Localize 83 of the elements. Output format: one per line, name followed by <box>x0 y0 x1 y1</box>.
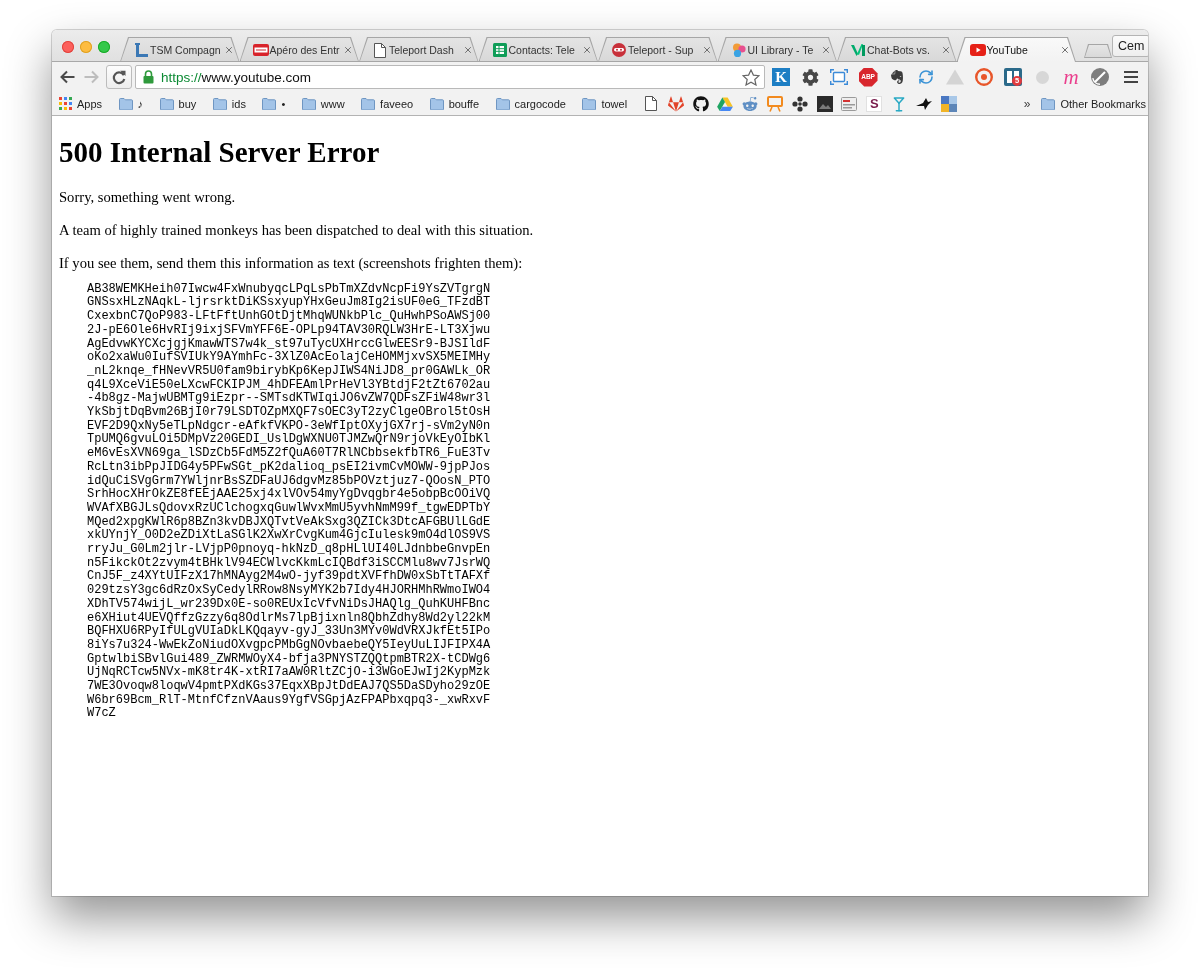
debug-info-text: AB38WEMKHeih07Iwcw4FxWnubyqcLPqLsPbTmXZdvNcpFi9YsZVTgrgN GNSsxHLzNAqkL-ljrsrktDiKSsxyupYHxGeuJm8Ig2isUF0eG_TFzdBT CxexbnC7QoP983-LFtFftUnhGOtDjtMhqWUNkbPlc_QuHwhPSoAWSj00 2J-pE6Ole6HvRIj9ixjSFVmYFF6E-OPLp94TAV30RQLW3HrE-LT3Xjwu AgEdvwKYCXcjgjKmawWTS7w4k_st97uTycUXHrccGlwEESr9-BJSIldF oKo2xaWu0IufSVIUkY9AYmhFc-3XlZ0AcEolajCeHOMMjxvSX5MEIMHy _nL2knqe_fHNevVR5U0fam9birybKp6KepJIWS4NiJD8_pr0GAWLk_OR q4L9XceViE50eLXcwFCKIPJM_4hDFEAmlPrHeVl3YBtdjF2tZt6702au -4b8gz-MajwUBMTg9iEzpr--SMTsdKTWIqiJO6vZW7QDFsZFiW48wr3l YkSbjtDqBvm26BjI0r79LSDTOZpMXQF7sOEC3yT2zyClgeOBrol5tOsH EVF2D9QxNy5eTLpNdgcr-eAfkfVKPO-3eWfIptOXyjGX7rj-sVm2yN0n TpUMQ6gvuLOi5DMpVz20GEDI_UslDgWXNU0TJMZwQrN9rjoVkEyOIbKl eM6vEsXVN69ga_lSDzCb5FdM5Z2fQuA60T7RlNCbbsekfbTR6_FuE3Tv RcLtn3ibPpJIDG4y5PFwSGt_pK2dalioq_psEI2ivmCvMOWW-9jpPJos idQuCiSVgGrm7YWljnrBsSZDFaUJ6dgvMz85bPOVztjuz7-QOosN_PTO SrhHocXHrOkZE8fEEjAAE25xj4xlVOv54myYgDvqgbr4e5obpBcOOiVQ WVAfXBGJLsQdovxRzUClchogxqGuwlWvxMmU5yvhNmM99f_tgwEDPTbY MQed2xpgKWlR6p8BZn3kvDBJXQTvtVeAkSxg3QZICk3DtcAFGBUlLGdE xkUYnjY_O0D2eZDiXtLaSGlK2XwXrCvgKum4GjcIulesk9mO4dlOS9VS rryJu_G0Lm2jlr-LVjpP0pnoyq-hkNzD_q8pHLlUI40LJdnbbeGnvpEn n5FikckOt2zvym4tBHklV94ECWlvcKkmLcIQBdf3iSCCMlu8wv7JsrWQ CnJ5F_z4XYtUIFzX17hMNAyg2M4wO-jyf39pdtXVFfhDW0xSbTtTAFXf 029tzsY3gc6dRzOxSyCedylRRow8NsyMYK2b7Idy4HJORHMhRWmoIWO4 XDhTV574wijL_wr239Dx0E-so0REUxIcVfvNiDsJHAQlg_QuhKUHFBnc e6XHiut4UEVQffzGzzy6q8OdlrMs7lpBjixnln8QbhZdhy8Wd2yl22kM BQFHXU6RPyIfULgVUIaDkLKQqayv-gyJ_33Un3MYv0WdVRXJkfEt5IPo 8iYs7u324-WwEkZoNiudOXvgpcPMbGgNOvbaebeQY5IeyUuLIJFIPX4A GptwlbiSBvlGui489_ZWRMWOyX4-bfja3PNYSTZQQtpmBTR2X-tCDWg6 UjNqRCTcw5NVx-mK8tr4K-xtRI7aAW0RltZCjO-i3WGoEJwIj2KypMzk 7WE3Ovoqw8loqwV4pmtPXdKGs37EqxXBpJtDdEAJ7QS5DaSDyho29zOE W6br69Bcm_RlT-MtnfCfznVAaus9YgfVSGpjAzFPAPbxqpq3-_xwRxvF W7cZ <box>87 282 491 722</box>
reload-icon[interactable] <box>112 69 126 85</box>
presentation-board-icon[interactable] <box>767 95 784 112</box>
bookmark-folder[interactable]: towel <box>582 97 628 110</box>
gear-icon[interactable] <box>801 68 819 86</box>
window-zoom-icon[interactable] <box>98 41 110 53</box>
dot-icon[interactable] <box>1035 70 1049 84</box>
bookmark-star-icon[interactable] <box>742 68 760 86</box>
round-face-icon <box>612 43 626 57</box>
reload-button[interactable] <box>106 65 132 89</box>
folder-icon <box>1041 97 1056 110</box>
close-icon[interactable] <box>462 45 473 55</box>
folder-icon <box>301 97 316 110</box>
close-icon[interactable] <box>582 45 592 55</box>
apps-shortcut[interactable]: Apps <box>59 97 103 110</box>
close-icon[interactable] <box>1060 45 1070 55</box>
bookmarks-overflow-button[interactable]: » <box>1023 96 1031 111</box>
new-tab-button[interactable] <box>1084 44 1112 58</box>
browser-tab[interactable]: Teleport Dash <box>359 37 479 62</box>
target-icon[interactable] <box>975 68 993 86</box>
document-icon[interactable] <box>645 96 658 111</box>
folder-icon <box>361 97 376 110</box>
banner-logo-icon <box>252 44 269 56</box>
close-icon[interactable] <box>940 45 951 55</box>
browser-tab[interactable]: Contacts: Tele <box>478 37 598 62</box>
folder-icon <box>262 97 277 110</box>
bookmark-folder[interactable]: • <box>262 97 286 110</box>
card-icon[interactable] <box>841 96 858 111</box>
close-icon[interactable] <box>343 45 353 55</box>
folder-icon <box>212 97 227 110</box>
browser-tab[interactable]: Apéro des Entr <box>239 37 359 62</box>
apps-grid-icon <box>59 97 72 110</box>
flower-icon[interactable] <box>791 95 808 112</box>
browser-tab[interactable]: Chat-Bots vs. <box>837 37 957 62</box>
browser-tab[interactable]: UI Library - Te <box>717 37 837 62</box>
folder-icon <box>118 97 133 110</box>
screen-frame-icon[interactable] <box>830 69 848 85</box>
spreadsheet-icon <box>492 43 507 57</box>
play-icon <box>969 44 986 56</box>
squares-logo-icon[interactable] <box>940 95 957 112</box>
address-bar[interactable]: https://www.youtube.com <box>135 65 765 89</box>
menu-icon[interactable] <box>1124 71 1138 83</box>
triangle-logo-icon[interactable] <box>717 96 734 111</box>
facets-logo-icon <box>850 44 866 56</box>
folder-icon <box>159 97 174 110</box>
board-icon[interactable] <box>1004 68 1022 86</box>
error-heading: 500 Internal Server Error <box>59 136 380 170</box>
color-dots-icon <box>731 43 746 57</box>
window-close-icon[interactable] <box>62 41 74 53</box>
folder-icon <box>582 97 597 110</box>
bookmark-folder[interactable]: www <box>301 97 345 110</box>
back-icon[interactable] <box>59 70 75 84</box>
four-point-star-icon[interactable] <box>915 96 932 111</box>
cat-logo-icon[interactable] <box>692 95 709 112</box>
extension-button[interactable]: K <box>772 68 790 86</box>
bookmark-folder[interactable]: ♪ <box>118 97 144 110</box>
body-text: If you see them, send them this information as text (screenshots frighten them): <box>59 254 524 272</box>
bookmark-folder[interactable]: buy <box>159 97 197 110</box>
bracket-logo-icon <box>134 43 148 57</box>
browser-tab[interactable]: Teleport - Sup <box>598 37 718 62</box>
elephant-icon[interactable] <box>889 69 905 85</box>
bookmark-folder[interactable]: ids <box>212 97 246 110</box>
alien-face-icon[interactable] <box>742 95 759 112</box>
close-icon[interactable] <box>223 45 234 55</box>
bookmark-folder[interactable]: Other Bookmarks <box>1041 97 1146 110</box>
bookmark-folder[interactable]: bouffe <box>429 97 479 110</box>
body-text: Sorry, something went wrong. <box>59 189 237 207</box>
close-icon[interactable] <box>701 45 712 55</box>
browser-tab[interactable]: YouTube <box>956 37 1076 62</box>
profile-button[interactable]: Cem <box>1112 35 1148 57</box>
body-text: A team of highly trained monkeys has been dispatched to deal with this situation. <box>59 222 534 239</box>
bookmark-link[interactable]: S <box>866 95 883 112</box>
fox-logo-icon[interactable] <box>667 95 684 112</box>
document-icon <box>374 42 386 58</box>
circle-logo-icon[interactable] <box>1091 68 1109 86</box>
bookmark-folder[interactable]: faveeo <box>361 97 414 110</box>
folder-icon <box>495 97 510 110</box>
close-icon[interactable] <box>821 45 831 55</box>
refresh-icon[interactable] <box>918 69 934 85</box>
browser-tab[interactable]: TSM Compagn <box>120 37 240 62</box>
folder-icon <box>429 97 444 110</box>
photo-thumbnail-icon[interactable] <box>816 95 833 112</box>
bookmark-folder[interactable]: cargocode <box>495 97 566 110</box>
